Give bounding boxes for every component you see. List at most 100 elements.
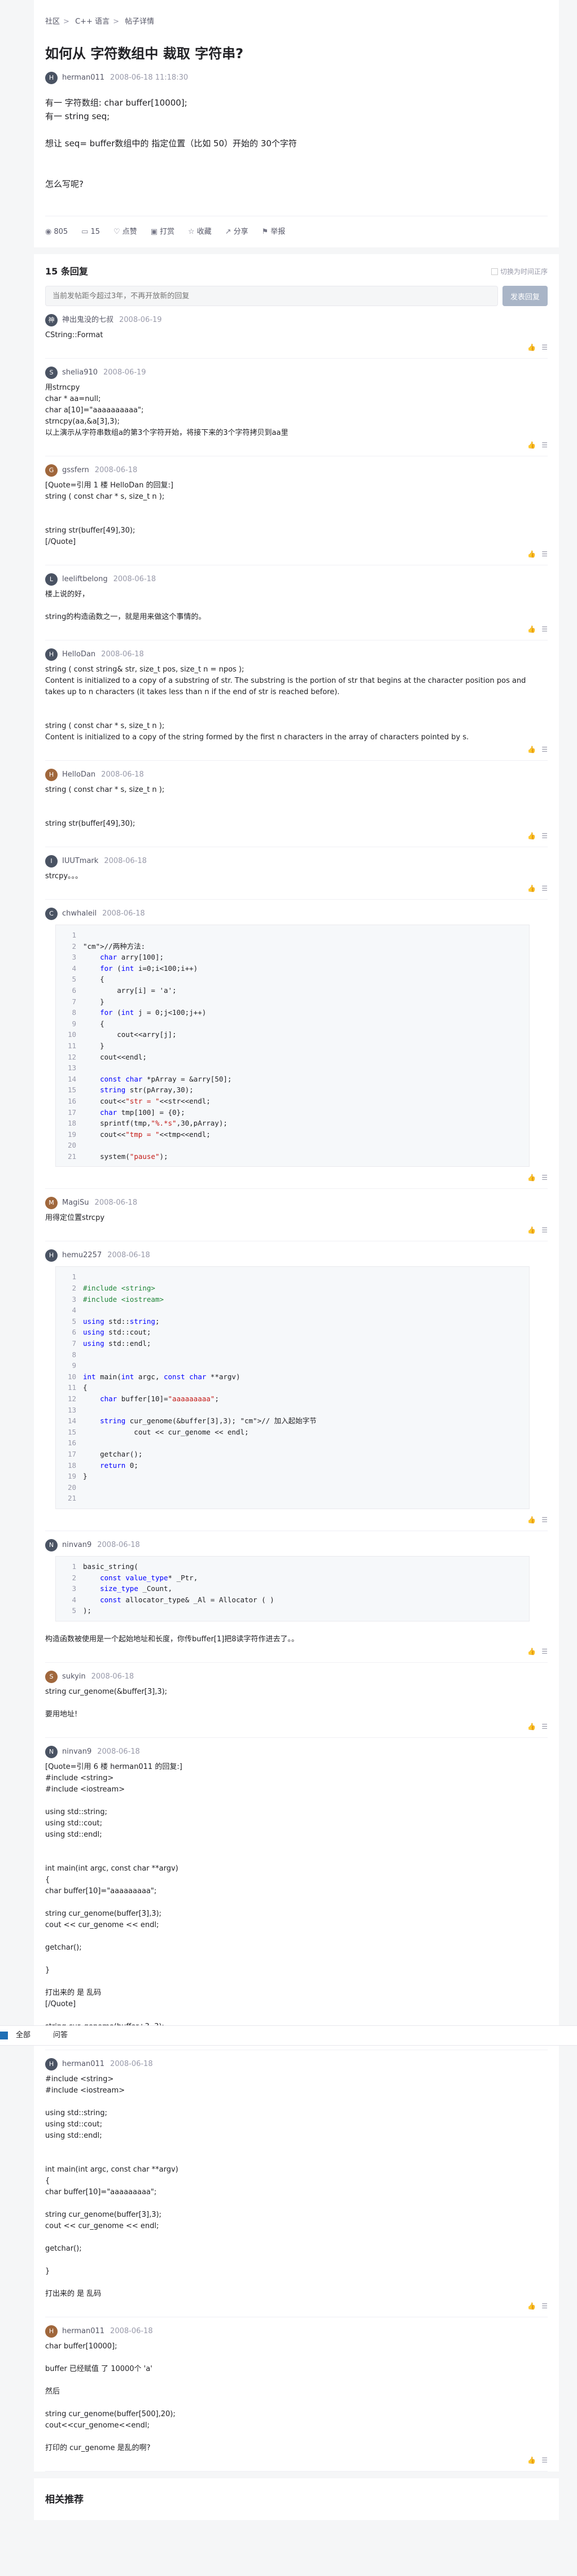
more-icon[interactable]: ☰ [541,1171,548,1184]
share-button[interactable]: ↗ 分享 [225,225,248,239]
avatar[interactable]: N [45,1538,58,1551]
comment-author[interactable]: HelloDan [62,648,95,661]
avatar[interactable]: H [45,769,58,781]
thumb-up-icon[interactable]: 👍 [527,1513,536,1527]
avatar[interactable]: G [45,464,58,477]
page-wrap: 社区 > C++ 语言 > 帖子详情 如何从 字符数组中 裁取 字符串? H her… [34,0,559,2520]
comment-author[interactable]: leeliftbelong [62,573,108,586]
post-author[interactable]: herman011 [62,71,104,85]
flag-icon: ⚑ [261,227,269,236]
submit-reply-button[interactable]: 发表回复 [502,286,548,306]
comment-author[interactable]: IUUTmark [62,855,98,868]
more-icon[interactable]: ☰ [541,547,548,561]
avatar[interactable]: H [45,648,58,661]
avatar[interactable]: L [45,573,58,586]
comment-time: 2008-06-18 [101,770,144,779]
more-icon[interactable]: ☰ [541,882,548,895]
thumb-up-icon[interactable]: 👍 [527,743,536,756]
more-icon[interactable]: ☰ [541,438,548,452]
thumb-up-icon[interactable]: 👍 [527,1171,536,1184]
thumb-up-icon[interactable]: 👍 [527,2299,536,2313]
reply-box: 发表回复 [45,286,548,306]
thumb-up-icon[interactable]: 👍 [527,438,536,452]
comment-author[interactable]: gssfern [62,464,89,477]
thumb-up-icon[interactable]: 👍 [527,1645,536,1658]
code-text: #include <iostream> [83,1294,164,1304]
more-icon[interactable]: ☰ [541,1223,548,1237]
avatar[interactable]: H [45,72,58,84]
more-icon[interactable]: ☰ [541,829,548,843]
comment-author[interactable]: hemu2257 [62,1249,102,1262]
line-number: 5 [72,975,76,984]
toolbar-qa[interactable]: 问答 [53,2029,68,2042]
code-line: 9 [56,1360,529,1371]
comment-line [45,2096,548,2108]
comment-author[interactable]: MagiSu [62,1196,89,1210]
avatar[interactable]: S [45,367,58,379]
comment-author[interactable]: sukyin [62,1670,86,1684]
code-line: 16 [56,1437,529,1449]
line-number: 4 [72,1595,76,1604]
thumb-up-icon[interactable]: 👍 [527,1223,536,1237]
like-button[interactable]: ♡ 点赞 [113,225,137,239]
avatar[interactable]: I [45,855,58,868]
more-icon[interactable]: ☰ [541,1645,548,1658]
avatar[interactable]: N [45,1745,58,1758]
favorite-button[interactable]: ☆ 收藏 [188,225,212,239]
avatar[interactable]: H [45,1249,58,1262]
post-line [45,164,548,177]
app-icon[interactable] [0,2032,8,2039]
more-icon[interactable]: ☰ [541,1720,548,1733]
comment-line [45,600,548,612]
reply-input[interactable] [45,286,498,306]
code-block: 1 basic_string(2 const value_type* _Ptr, 3… [55,1555,530,1622]
code-text: cout<<arry[j]; [83,1030,177,1039]
comment-author[interactable]: 神出鬼没的七叔 [62,313,113,327]
avatar[interactable]: M [45,1197,58,1210]
breadcrumb-item[interactable]: 社区 [45,18,60,26]
report-button[interactable]: ⚑ 举报 [262,225,286,239]
breadcrumb-item[interactable]: C++ 语言 [75,18,110,26]
comment-line [45,514,548,525]
thumb-up-icon[interactable]: 👍 [527,882,536,895]
code-line: 2 const value_type* _Ptr, [56,1572,529,1584]
comment-footer: 👍☰ [45,439,548,451]
comment-line: } [45,2266,50,2276]
comment-author[interactable]: chwhaleil [62,907,97,921]
thumb-up-icon[interactable]: 👍 [527,547,536,561]
avatar[interactable]: H [45,2058,58,2071]
code-block: 1 2 #include <string> 3 #include <iostream> 4… [55,1266,530,1509]
comment-footer: 👍☰ [45,1720,548,1733]
toolbar-all[interactable]: 全部 [16,2029,30,2042]
sort-toggle[interactable]: 切换为时间正序 [491,265,548,278]
avatar[interactable]: C [45,908,58,920]
comment-author[interactable]: ninvan9 [62,1745,91,1759]
reward-button[interactable]: ▣ 打赏 [151,225,174,239]
comment-author[interactable]: herman011 [62,2325,104,2338]
thumb-up-icon[interactable]: 👍 [527,829,536,843]
comment-line: } [45,1965,50,1975]
thumb-up-icon[interactable]: 👍 [527,2453,536,2467]
comments-button[interactable]: ▭ 15 [81,225,100,239]
more-icon[interactable]: ☰ [541,2453,548,2467]
avatar[interactable]: 神 [45,314,58,326]
more-icon[interactable]: ☰ [541,743,548,756]
thumb-up-icon[interactable]: 👍 [527,341,536,354]
comment-line [45,807,548,818]
code-line: 5 { [56,974,529,985]
more-icon[interactable]: ☰ [541,1513,548,1527]
more-icon[interactable]: ☰ [541,622,548,636]
comment-author[interactable]: herman011 [62,2058,104,2071]
thumb-up-icon[interactable]: 👍 [527,1720,536,1733]
comment-body: char buffer[10000]; buffer 已经赋值 了 10000个 … [45,2341,548,2454]
avatar[interactable]: S [45,1670,58,1683]
line-number: 15 [67,1427,76,1436]
line-number: 10 [67,1030,76,1039]
thumb-up-icon[interactable]: 👍 [527,622,536,636]
avatar[interactable]: H [45,2325,58,2338]
comment-author[interactable]: HelloDan [62,768,95,782]
more-icon[interactable]: ☰ [541,341,548,354]
comment-author[interactable]: ninvan9 [62,1538,91,1552]
comment-author[interactable]: shelia910 [62,366,98,380]
more-icon[interactable]: ☰ [541,2299,548,2313]
